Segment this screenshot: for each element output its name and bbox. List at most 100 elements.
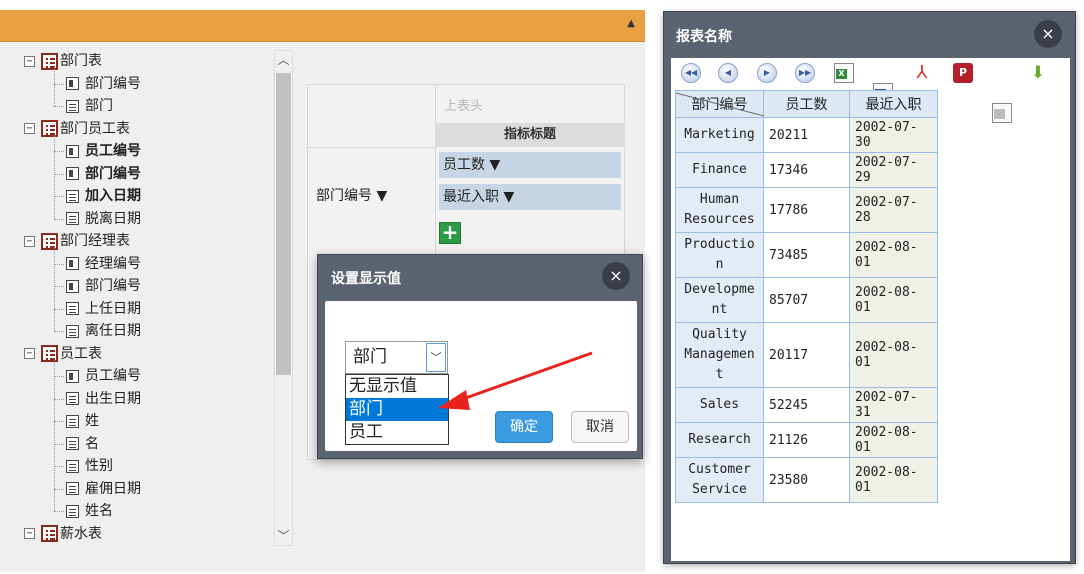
dialog-body: 部门 ﹀ 无显示值 部门 员工 确定 取消 bbox=[325, 301, 637, 451]
cell-latest-hire[interactable]: 2002-08-01 bbox=[849, 322, 938, 388]
tree-field-node[interactable]: 部门 bbox=[66, 95, 113, 117]
cell-dept[interactable]: Developme nt bbox=[675, 277, 764, 323]
download-icon[interactable]: ⬇ bbox=[1028, 63, 1048, 83]
cell-employee-count[interactable]: 23580 bbox=[763, 457, 850, 503]
cell-latest-hire[interactable]: 2002-08-01 bbox=[849, 422, 938, 458]
tree-connector bbox=[54, 421, 64, 422]
cell-latest-hire[interactable]: 2002-08-01 bbox=[849, 277, 938, 323]
cell-dept[interactable]: Finance bbox=[675, 152, 764, 188]
tree-node-label: 部门编号 bbox=[85, 75, 141, 92]
add-measure-button[interactable]: + bbox=[439, 222, 461, 244]
cell-latest-hire[interactable]: 2002-07-31 bbox=[849, 387, 938, 423]
tree-node-label: 部门编号 bbox=[85, 165, 141, 182]
tree-field-node[interactable]: 姓名 bbox=[66, 500, 113, 522]
header-dept-no[interactable]: 部门编号 bbox=[675, 90, 765, 118]
cell-dept[interactable]: Research bbox=[675, 422, 764, 458]
pdf-export-icon[interactable]: ⅄ bbox=[912, 63, 932, 83]
tree-field-node[interactable]: 员工编号 bbox=[66, 365, 141, 387]
cell-latest-hire[interactable]: 2002-07-28 bbox=[849, 187, 938, 233]
display-value-select[interactable]: 部门 ﹀ bbox=[345, 341, 448, 374]
tree-node-label: 上任日期 bbox=[85, 300, 141, 317]
measure-employee-count[interactable]: 员工数 ▼ bbox=[439, 152, 621, 178]
cell-dept[interactable]: Productio n bbox=[675, 232, 764, 278]
tree-connector bbox=[54, 83, 64, 85]
collapse-toggle-icon[interactable]: − bbox=[24, 528, 35, 539]
tree-field-node[interactable]: 部门编号 bbox=[66, 73, 141, 95]
key-field-icon bbox=[66, 167, 79, 180]
cell-dept[interactable]: Customer Service bbox=[675, 457, 764, 503]
tree-field-node[interactable]: 出生日期 bbox=[66, 388, 141, 410]
tree-field-node[interactable]: 上任日期 bbox=[66, 298, 141, 320]
field-icon bbox=[66, 482, 79, 495]
tree-field-node[interactable]: 名 bbox=[66, 433, 99, 455]
cell-employee-count[interactable]: 21126 bbox=[763, 422, 850, 458]
tree-field-node[interactable]: 部门编号 bbox=[66, 275, 141, 297]
ok-button[interactable]: 确定 bbox=[495, 411, 553, 443]
cell-latest-hire[interactable]: 2002-07-30 bbox=[849, 117, 938, 153]
cell-dept[interactable]: Human Resources bbox=[675, 187, 764, 233]
tree-field-node[interactable]: 脱离日期 bbox=[66, 208, 141, 230]
cell-latest-hire[interactable]: 2002-08-01 bbox=[849, 232, 938, 278]
tree-field-node[interactable]: 员工编号 bbox=[66, 140, 141, 162]
tree-table-node[interactable]: − 部门员工表 bbox=[24, 118, 130, 140]
page-setup-icon[interactable] bbox=[992, 103, 1012, 123]
cell-latest-hire[interactable]: 2002-07-29 bbox=[849, 152, 938, 188]
table-row: Customer Service 23580 2002-08-01 bbox=[675, 457, 938, 503]
next-page-icon[interactable]: ▶ bbox=[757, 63, 777, 83]
table-header-row: 部门编号 员工数 最近入职 bbox=[675, 90, 938, 118]
cell-employee-count[interactable]: 17346 bbox=[763, 152, 850, 188]
tree-field-node[interactable]: 加入日期 bbox=[66, 185, 141, 207]
select-option[interactable]: 员工 bbox=[346, 421, 448, 444]
header-employee-count[interactable]: 员工数 bbox=[763, 90, 850, 118]
tree-field-node[interactable]: 部门编号 bbox=[66, 163, 141, 185]
tree-field-node[interactable]: 雇佣日期 bbox=[66, 478, 141, 500]
select-option[interactable]: 无显示值 bbox=[346, 375, 448, 398]
field-icon bbox=[66, 392, 79, 405]
tree-field-node[interactable]: 性别 bbox=[66, 455, 113, 477]
cell-employee-count[interactable]: 85707 bbox=[763, 277, 850, 323]
prev-page-icon[interactable]: ◀ bbox=[718, 63, 738, 83]
tree-field-node[interactable]: 经理编号 bbox=[66, 253, 141, 275]
cell-employee-count[interactable]: 20211 bbox=[763, 117, 850, 153]
last-page-icon[interactable]: ▶▶ bbox=[795, 63, 815, 83]
key-field-icon bbox=[66, 77, 79, 90]
cell-employee-count[interactable]: 17786 bbox=[763, 187, 850, 233]
collapse-toggle-icon[interactable]: − bbox=[24, 55, 35, 67]
cell-dept[interactable]: Sales bbox=[675, 387, 764, 423]
collapse-caret-icon[interactable]: ▲ bbox=[627, 18, 635, 29]
cell-employee-count[interactable]: 52245 bbox=[763, 387, 850, 423]
tree-table-node[interactable]: − 员工表 bbox=[24, 343, 102, 365]
collapse-toggle-icon[interactable]: − bbox=[24, 348, 35, 359]
chevron-down-icon[interactable]: ﹀ bbox=[426, 343, 446, 372]
tree-scrollbar[interactable]: ︿ ﹀ bbox=[274, 50, 293, 546]
tree-table-node[interactable]: − 薪水表 bbox=[24, 523, 102, 545]
print-icon[interactable]: P bbox=[953, 63, 973, 83]
cell-dept[interactable]: Quality Managemen t bbox=[675, 322, 764, 388]
excel-export-icon[interactable]: X bbox=[834, 63, 854, 83]
header-latest-hire[interactable]: 最近入职 bbox=[849, 90, 938, 118]
report-close-button[interactable]: × bbox=[1034, 20, 1062, 48]
collapse-toggle-icon[interactable]: − bbox=[24, 235, 35, 247]
tree-table-node[interactable]: − 部门表 bbox=[24, 50, 102, 72]
cell-latest-hire[interactable]: 2002-08-01 bbox=[849, 457, 938, 503]
measure-latest-hire[interactable]: 最近入职 ▼ bbox=[439, 184, 621, 210]
select-option[interactable]: 部门 bbox=[346, 398, 448, 421]
row-field-dept-no[interactable]: 部门编号 ▼ bbox=[316, 185, 387, 205]
cell-employee-count[interactable]: 73485 bbox=[763, 232, 850, 278]
tree-connector bbox=[54, 331, 64, 332]
tree-field-node[interactable]: 姓 bbox=[66, 410, 99, 432]
cell-dept[interactable]: Marketing bbox=[675, 117, 764, 153]
cell-employee-count[interactable]: 20117 bbox=[763, 322, 850, 388]
tree-table-node[interactable]: − 部门经理表 bbox=[24, 230, 130, 252]
dialog-close-button[interactable]: × bbox=[602, 262, 630, 290]
scroll-down-icon[interactable]: ﹀ bbox=[275, 527, 292, 545]
tree-field-node[interactable]: 离任日期 bbox=[66, 320, 141, 342]
key-field-icon bbox=[66, 144, 79, 158]
tree-connector bbox=[54, 196, 64, 197]
scroll-up-icon[interactable]: ︿ bbox=[275, 51, 292, 69]
column-header-placeholder[interactable]: 上表头 bbox=[435, 85, 625, 123]
collapse-toggle-icon[interactable]: − bbox=[24, 123, 35, 134]
scrollbar-thumb[interactable] bbox=[276, 73, 291, 375]
first-page-icon[interactable]: ◀◀ bbox=[681, 63, 701, 83]
cancel-button[interactable]: 取消 bbox=[571, 411, 629, 443]
